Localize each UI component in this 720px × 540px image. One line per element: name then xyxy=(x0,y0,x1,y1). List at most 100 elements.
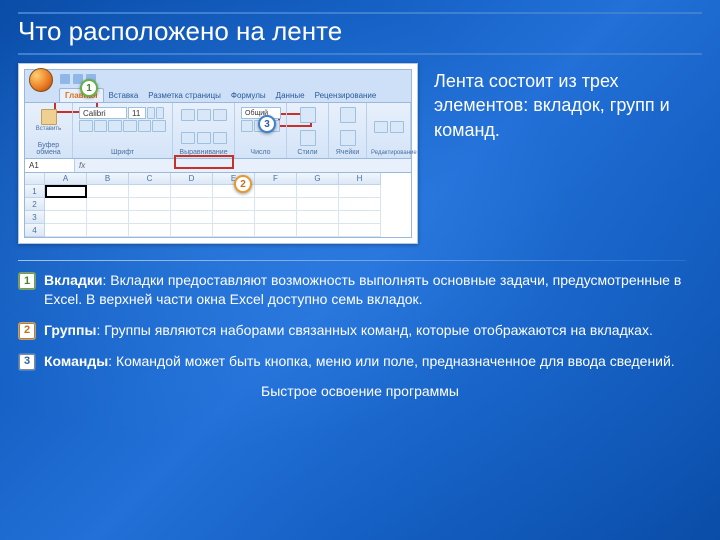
col-header[interactable]: F xyxy=(255,173,297,185)
currency-icon[interactable] xyxy=(241,120,253,132)
italic-icon[interactable] xyxy=(94,120,108,132)
select-all-corner[interactable] xyxy=(25,173,45,185)
align-right-icon[interactable] xyxy=(213,132,227,144)
delete-cells-icon[interactable] xyxy=(340,130,356,146)
bullet-body: : Вкладки предоставляют возможность выпо… xyxy=(44,272,681,307)
tab-review[interactable]: Рецензирование xyxy=(310,89,382,102)
worksheet[interactable]: 1 2 3 4 A B C D E F xyxy=(24,173,412,238)
col-header[interactable]: B xyxy=(87,173,129,185)
col-header[interactable]: C xyxy=(129,173,171,185)
cell[interactable] xyxy=(171,185,213,198)
cell[interactable] xyxy=(339,211,381,224)
fill-color-icon[interactable] xyxy=(138,120,152,132)
bullet-list: 1 Вкладки: Вкладки предоставляют возможн… xyxy=(18,271,702,371)
divider xyxy=(18,260,686,261)
cell[interactable] xyxy=(87,224,129,237)
cell[interactable] xyxy=(297,198,339,211)
bullet-item-1: 1 Вкладки: Вкладки предоставляют возможн… xyxy=(18,271,690,309)
cell[interactable] xyxy=(213,198,255,211)
intro-text: Лента состоит из трех элементов: вкладок… xyxy=(434,63,702,142)
font-size-selector[interactable]: 11 xyxy=(128,107,146,119)
row-header[interactable]: 2 xyxy=(25,198,45,211)
bullet-body: : Командой может быть кнопка, меню или п… xyxy=(108,353,675,369)
cell[interactable] xyxy=(129,185,171,198)
group-editing-label: Редактирование xyxy=(371,149,406,156)
align-center-icon[interactable] xyxy=(197,132,211,144)
cell[interactable] xyxy=(213,224,255,237)
align-middle-icon[interactable] xyxy=(197,109,211,121)
row-header[interactable]: 1 xyxy=(25,185,45,198)
cell[interactable] xyxy=(255,224,297,237)
align-top-icon[interactable] xyxy=(181,109,195,121)
group-clipboard-label: Буфер обмена xyxy=(29,141,68,156)
font-color-icon[interactable] xyxy=(152,120,166,132)
cell[interactable] xyxy=(129,224,171,237)
tab-layout[interactable]: Разметка страницы xyxy=(143,89,226,102)
cell[interactable] xyxy=(45,224,87,237)
ribbon: Вставить Буфер обмена Calibri 11 xyxy=(24,103,412,159)
callout-3: 3 xyxy=(258,115,276,133)
shrink-font-icon[interactable] xyxy=(156,107,164,119)
align-left-icon[interactable] xyxy=(181,132,195,144)
cell[interactable] xyxy=(45,185,87,198)
office-button-icon[interactable] xyxy=(29,68,53,92)
tab-data[interactable]: Данные xyxy=(271,89,310,102)
cell[interactable] xyxy=(255,198,297,211)
clipboard-icon xyxy=(41,109,57,125)
row-header[interactable]: 4 xyxy=(25,224,45,237)
group-font-label: Шрифт xyxy=(77,148,168,156)
cell[interactable] xyxy=(129,211,171,224)
col-header[interactable]: A xyxy=(45,173,87,185)
font-name-selector[interactable]: Calibri xyxy=(79,107,127,119)
border-icon[interactable] xyxy=(123,120,137,132)
cell[interactable] xyxy=(171,198,213,211)
table-format-icon[interactable] xyxy=(300,130,316,146)
group-alignment-label: Выравнивание xyxy=(177,148,230,156)
footer-text: Быстрое освоение программы xyxy=(18,383,702,399)
name-box[interactable]: A1 xyxy=(25,159,75,172)
cell[interactable] xyxy=(255,185,297,198)
bullet-body: : Группы являются наборами связанных ком… xyxy=(96,322,652,338)
tab-insert[interactable]: Вставка xyxy=(104,89,144,102)
col-header[interactable]: D xyxy=(171,173,213,185)
fx-icon[interactable]: fx xyxy=(75,161,89,170)
cell[interactable] xyxy=(297,224,339,237)
grow-font-icon[interactable] xyxy=(147,107,155,119)
group-cells-label: Ячейки xyxy=(333,148,362,156)
cell[interactable] xyxy=(171,224,213,237)
cell[interactable] xyxy=(255,211,297,224)
tab-formulas[interactable]: Формулы xyxy=(226,89,271,102)
row-header[interactable]: 3 xyxy=(25,211,45,224)
cell[interactable] xyxy=(297,185,339,198)
bullet-label: Команды xyxy=(44,353,108,369)
cell[interactable] xyxy=(87,211,129,224)
cond-format-icon[interactable] xyxy=(300,107,316,123)
cell[interactable] xyxy=(171,211,213,224)
excel-screenshot: 1 3 2 Главная Встав xyxy=(18,63,418,244)
cell[interactable] xyxy=(339,198,381,211)
callout-badge-1: 1 xyxy=(18,272,36,290)
save-icon[interactable] xyxy=(60,74,70,84)
align-bottom-icon[interactable] xyxy=(213,109,227,121)
cell[interactable] xyxy=(45,198,87,211)
cell[interactable] xyxy=(129,198,171,211)
sum-icon[interactable] xyxy=(374,121,388,133)
insert-cells-icon[interactable] xyxy=(340,107,356,123)
sort-icon[interactable] xyxy=(390,121,404,133)
underline-icon[interactable] xyxy=(108,120,122,132)
callout-2: 2 xyxy=(234,175,252,193)
cell[interactable] xyxy=(339,224,381,237)
callout-badge-3: 3 xyxy=(18,353,36,371)
cell[interactable] xyxy=(297,211,339,224)
cell[interactable] xyxy=(87,185,129,198)
bold-icon[interactable] xyxy=(79,120,93,132)
paste-button[interactable]: Вставить xyxy=(38,109,60,137)
col-header[interactable]: H xyxy=(339,173,381,185)
cell[interactable] xyxy=(87,198,129,211)
cell[interactable] xyxy=(339,185,381,198)
callout-1: 1 xyxy=(80,79,98,97)
col-header[interactable]: G xyxy=(297,173,339,185)
bullet-label: Вкладки xyxy=(44,272,102,288)
cell[interactable] xyxy=(45,211,87,224)
cell[interactable] xyxy=(213,211,255,224)
